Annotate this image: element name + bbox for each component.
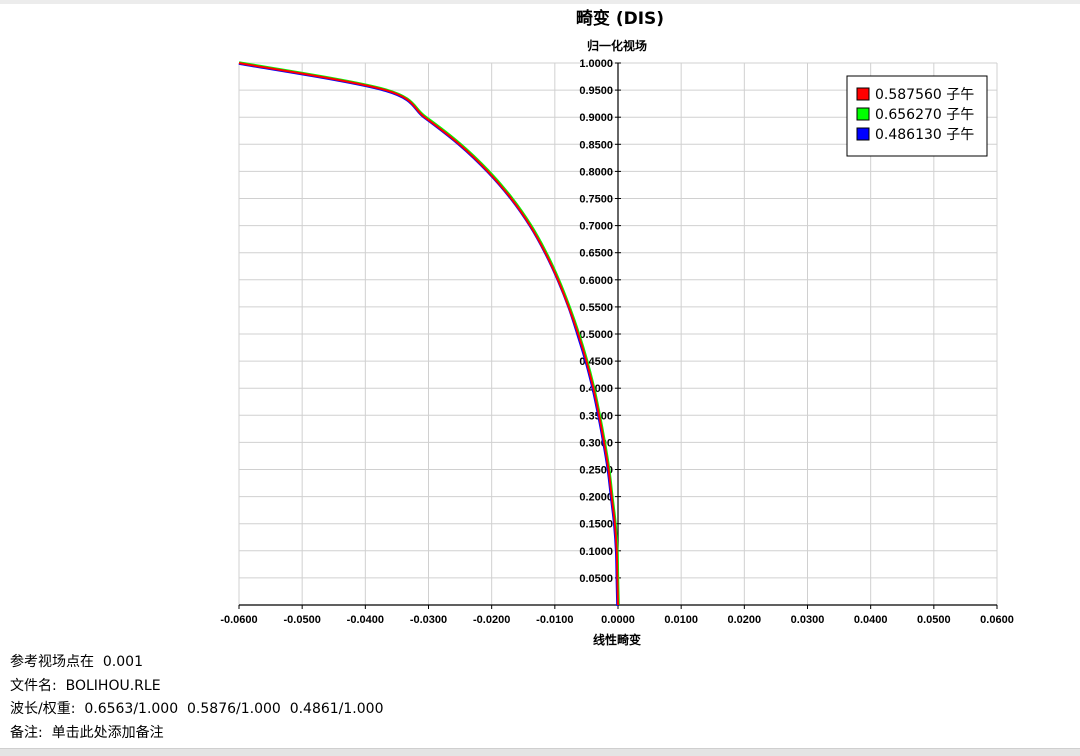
y-tick-label: 0.5500 <box>579 302 613 314</box>
y-tick-label: 0.5000 <box>579 329 613 341</box>
legend[interactable]: 0.587560 子午 0.656270 子午 0.486130 子午 <box>846 75 988 157</box>
x-tick-label: 0.0400 <box>854 614 888 626</box>
x-axis-title: 线性畸变 <box>593 632 641 647</box>
y-tick-label: 0.3500 <box>579 410 613 422</box>
y-axis-title: 归一化视场 <box>587 38 647 53</box>
y-tick-label: 0.1500 <box>579 519 613 531</box>
y-tick-label: 0.7000 <box>579 221 613 233</box>
x-tick-label: 0.0300 <box>791 614 825 626</box>
legend-entry: 0.486130 子午 <box>875 127 974 143</box>
filename-text: 文件名: BOLIHOU.RLE <box>10 677 161 694</box>
x-tick-label: 0.0600 <box>980 614 1014 626</box>
distortion-chart: 畸变 (DIS) 归一化视场 线性畸变 -0.0600 -0.0500 -0.040… <box>220 8 1014 647</box>
y-tick-label: 0.2000 <box>579 492 613 504</box>
plot-window: 畸变 (DIS) 归一化视场 线性畸变 -0.0600 -0.0500 -0.040… <box>0 0 1080 756</box>
y-tick-label: 0.1000 <box>579 546 613 558</box>
y-tick-label: 1.0000 <box>579 58 613 70</box>
x-tick-label: -0.0600 <box>220 614 257 626</box>
legend-swatch <box>856 127 870 141</box>
x-tick-label: -0.0100 <box>536 614 573 626</box>
x-tick-label: -0.0400 <box>347 614 384 626</box>
y-tick-label: 0.9500 <box>579 85 613 97</box>
y-tick-label: 0.8000 <box>579 166 613 178</box>
window-bottom-border <box>0 748 1080 756</box>
legend-entry: 0.656270 子午 <box>875 107 974 123</box>
y-tick-label: 0.6500 <box>579 248 613 260</box>
y-tick-label: 0.3000 <box>579 437 613 449</box>
x-tick-label: 0.0200 <box>728 614 762 626</box>
x-tick-label: 0.0500 <box>917 614 951 626</box>
y-tick-label: 0.7500 <box>579 194 613 206</box>
x-tick-label: -0.0500 <box>284 614 321 626</box>
wavelength-weight-text: 波长/权重: 0.6563/1.000 0.5876/1.000 0.4861/… <box>10 701 384 717</box>
legend-swatch <box>856 87 870 101</box>
legend-entry: 0.587560 子午 <box>875 87 974 103</box>
y-tick-label: 0.6000 <box>579 275 613 287</box>
y-tick-label: 0.9000 <box>579 112 613 124</box>
x-tick-label: -0.0300 <box>410 614 447 626</box>
y-tick-label: 0.0500 <box>579 573 613 585</box>
info-panel: 参考视场点在 0.001 文件名: BOLIHOU.RLE 波长/权重: 0.6… <box>10 651 383 745</box>
y-tick-label: 0.8500 <box>579 139 613 151</box>
x-tick-label: -0.0200 <box>473 614 510 626</box>
note-text[interactable]: 备注: 单击此处添加备注 <box>10 722 383 746</box>
x-tick-label: 0.0100 <box>664 614 698 626</box>
x-tick-label: 0.0000 <box>601 614 635 626</box>
reference-field-text: 参考视场点在 0.001 <box>10 654 143 670</box>
chart-title: 畸变 (DIS) <box>576 8 664 29</box>
legend-swatch <box>856 107 870 121</box>
